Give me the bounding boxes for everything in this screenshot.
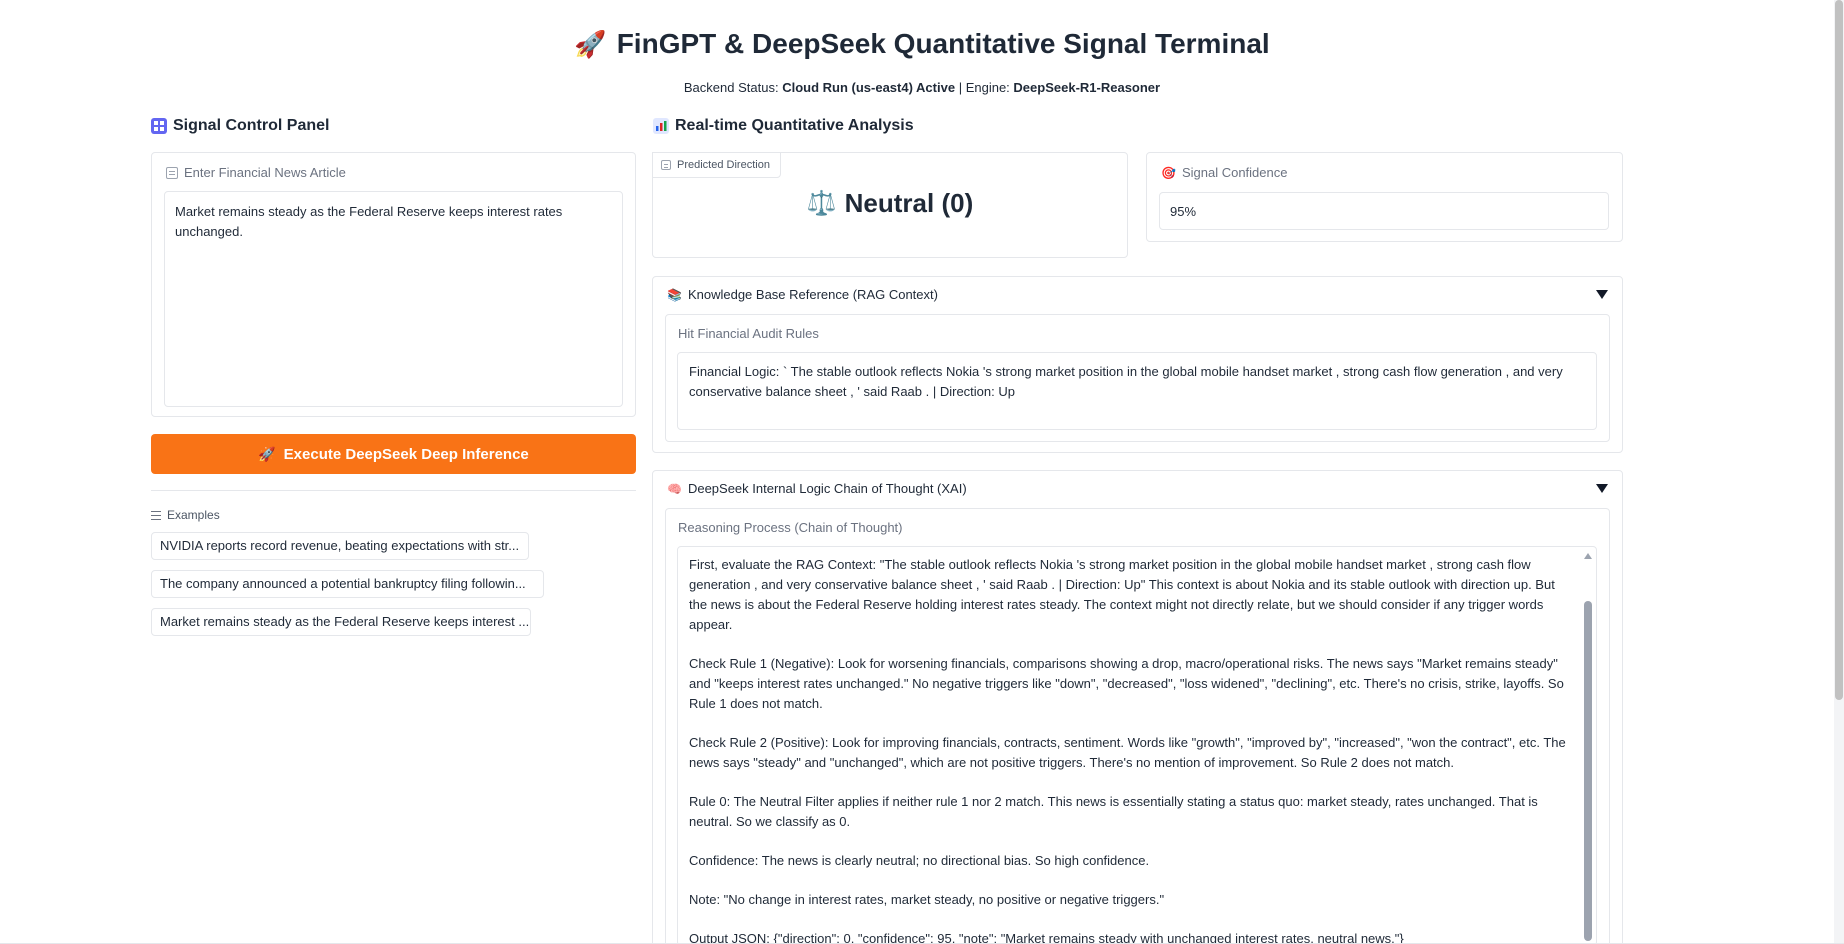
rag-accordion-header-text: Knowledge Base Reference (RAG Context) (687, 287, 938, 302)
balance-scale-icon: ⚖️ (806, 190, 837, 217)
books-icon: 📚 (667, 287, 682, 302)
engine-prefix: Engine: (965, 80, 1010, 95)
reasoning-paragraph: Check Rule 1 (Negative): Look for worsen… (689, 656, 1564, 711)
rag-toggle-caret-icon[interactable] (1596, 290, 1608, 299)
status-separator: | (958, 80, 963, 95)
scroll-up-arrow-icon[interactable] (1584, 553, 1592, 559)
signal-confidence-label-text: Signal Confidence (1181, 165, 1288, 180)
rocket-icon: 🚀 (258, 445, 276, 462)
label-icon (661, 160, 671, 170)
realtime-analysis-heading: Real-time Quantitative Analysis (653, 117, 914, 135)
cot-toggle-caret-icon[interactable] (1596, 484, 1608, 493)
target-icon: 🎯 (1161, 165, 1176, 180)
example-item[interactable]: Market remains steady as the Federal Res… (151, 608, 531, 636)
predicted-direction-label-text: Predicted Direction (677, 159, 770, 171)
rag-accordion-header[interactable]: 📚 Knowledge Base Reference (RAG Context) (667, 287, 938, 302)
reasoning-textarea[interactable]: First, evaluate the RAG Context: "The st… (677, 546, 1597, 944)
reasoning-paragraph: Output JSON: {"direction": 0, "confidenc… (689, 931, 1404, 944)
reasoning-paragraph: First, evaluate the RAG Context: "The st… (689, 557, 1555, 632)
reasoning-paragraph: Confidence: The news is clearly neutral;… (689, 853, 1150, 868)
execute-inference-label: Execute DeepSeek Deep Inference (283, 445, 529, 463)
news-input-label: Enter Financial News Article (166, 165, 346, 180)
signal-confidence-label: 🎯 Signal Confidence (1161, 165, 1287, 180)
predicted-direction-label: Predicted Direction (652, 152, 781, 178)
engine-value: DeepSeek-R1-Reasoner (1013, 80, 1161, 95)
signal-confidence-field[interactable]: 95% (1159, 192, 1609, 230)
reasoning-paragraph: Note: "No change in interest rates, mark… (689, 892, 1165, 907)
backend-status-line: Backend Status: Cloud Run (us-east4) Act… (0, 80, 1844, 95)
realtime-analysis-heading-text: Real-time Quantitative Analysis (675, 117, 914, 134)
page-title: 🚀 FinGPT & DeepSeek Quantitative Signal T… (0, 28, 1844, 60)
news-input-textarea[interactable]: Market remains steady as the Federal Res… (164, 191, 623, 407)
predicted-direction-text: Neutral (0) (844, 188, 974, 218)
status-value: Cloud Run (us-east4) Active (782, 80, 956, 95)
page-scroll-thumb[interactable] (1835, 0, 1843, 700)
brain-icon: 🧠 (667, 481, 682, 496)
cot-accordion-header-text: DeepSeek Internal Logic Chain of Thought… (687, 481, 967, 496)
example-item[interactable]: NVIDIA reports record revenue, beating e… (151, 532, 529, 560)
left-divider (151, 490, 636, 491)
reasoning-scrollbar[interactable] (1582, 551, 1594, 943)
rag-field-textarea[interactable]: Financial Logic: ` The stable outlook re… (677, 352, 1597, 430)
page-scrollbar[interactable] (1834, 0, 1844, 944)
reasoning-paragraph: Check Rule 2 (Positive): Look for improv… (689, 735, 1566, 770)
example-item[interactable]: The company announced a potential bankru… (151, 570, 544, 598)
cot-accordion-header[interactable]: 🧠 DeepSeek Internal Logic Chain of Thoug… (667, 481, 967, 496)
execute-inference-button[interactable]: 🚀 Execute DeepSeek Deep Inference (151, 434, 636, 474)
list-icon (151, 510, 161, 520)
examples-label: Examples (151, 508, 220, 522)
reasoning-scroll-thumb[interactable] (1584, 601, 1592, 941)
status-prefix: Backend Status: (683, 80, 779, 95)
examples-label-text: Examples (167, 508, 220, 522)
bar-chart-icon (653, 118, 669, 134)
reasoning-paragraph: Rule 0: The Neutral Filter applies if ne… (689, 794, 1538, 829)
reasoning-content: First, evaluate the RAG Context: "The st… (689, 555, 1569, 944)
rocket-icon: 🚀 (574, 29, 607, 59)
cot-field-label: Reasoning Process (Chain of Thought) (678, 520, 903, 535)
predicted-direction-value: ⚖️ Neutral (0) (652, 188, 1128, 219)
signal-control-heading-text: Signal Control Panel (173, 117, 330, 134)
page-title-text: FinGPT & DeepSeek Quantitative Signal Te… (616, 28, 1270, 59)
signal-control-heading: Signal Control Panel (151, 117, 329, 135)
news-input-label-text: Enter Financial News Article (184, 165, 346, 180)
control-panel-icon (151, 118, 167, 134)
rag-field-label: Hit Financial Audit Rules (678, 326, 819, 341)
newspaper-icon (166, 166, 178, 179)
